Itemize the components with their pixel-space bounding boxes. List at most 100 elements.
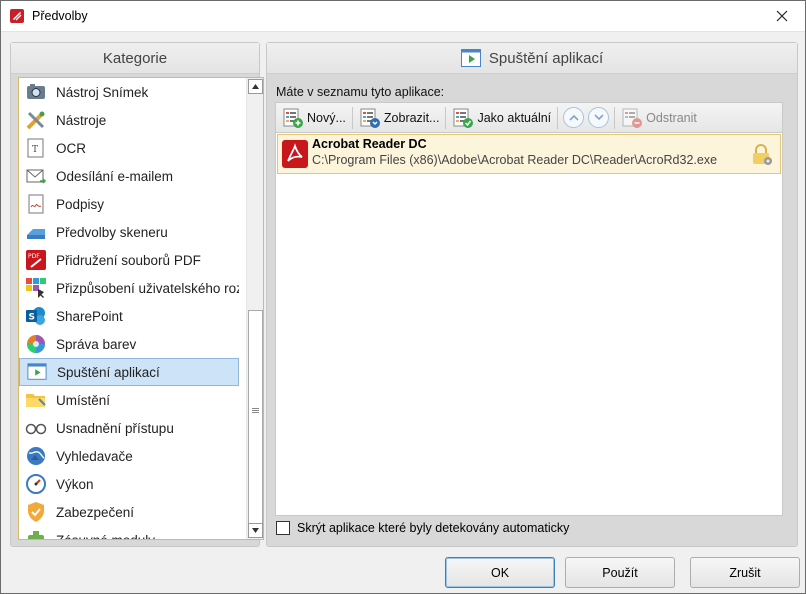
- launch-apps-icon: [26, 361, 48, 383]
- category-item[interactable]: Odesílání e-mailem: [19, 162, 239, 190]
- search-engines-icon: [25, 445, 47, 467]
- category-item[interactable]: Zásuvné moduly: [19, 526, 239, 540]
- set-current-button[interactable]: Jako aktuální: [449, 105, 554, 131]
- category-item[interactable]: Vyhledavače: [19, 442, 239, 470]
- category-item[interactable]: Nástroj Snímek: [19, 78, 239, 106]
- category-item-label: Nástroj Snímek: [56, 84, 149, 100]
- settings-header: Spuštění aplikací: [267, 43, 797, 74]
- arrow-down-icon: [252, 528, 259, 533]
- category-item-label: Nástroje: [56, 112, 107, 128]
- arrow-up-icon: [252, 84, 259, 89]
- ok-button[interactable]: OK: [445, 557, 555, 588]
- category-item-label: Vyhledavače: [56, 448, 133, 464]
- category-item-label: Přidružení souborů PDF: [56, 252, 201, 268]
- category-item[interactable]: Výkon: [19, 470, 239, 498]
- toolbar-separator: [445, 106, 447, 129]
- category-panel: Kategorie Nástroj Snímek Nástroje T OCR Odes…: [10, 42, 264, 547]
- svg-text:PDF: PDF: [28, 253, 40, 260]
- scroll-down-button[interactable]: [248, 523, 263, 538]
- app-logo-icon: [10, 9, 24, 23]
- category-item-label: Přizpůsobení uživatelského roz: [56, 280, 239, 296]
- category-item-label: Umístění: [56, 392, 111, 408]
- scroll-up-button[interactable]: [248, 79, 263, 94]
- category-item-label: OCR: [56, 140, 86, 156]
- category-item-label: Podpisy: [56, 196, 105, 212]
- chevron-down-icon: [594, 114, 604, 121]
- category-item[interactable]: Umístění: [19, 386, 239, 414]
- toolbar-separator: [557, 106, 559, 129]
- performance-icon: [25, 473, 47, 495]
- tools-icon: [25, 109, 47, 131]
- remove-app-label: Odstranit: [646, 110, 697, 125]
- browse-app-button[interactable]: Zobrazit...: [356, 105, 443, 131]
- category-item[interactable]: Nástroje: [19, 106, 239, 134]
- close-button[interactable]: [759, 1, 805, 31]
- category-items: Nástroj Snímek Nástroje T OCR Odesílání e-ma…: [19, 78, 239, 540]
- signature-icon: [25, 193, 47, 215]
- category-item[interactable]: Spuštění aplikací: [19, 358, 239, 386]
- acrobat-reader-icon: [282, 140, 308, 168]
- hide-auto-detected-label: Skrýt aplikace které byly detekovány aut…: [297, 521, 570, 535]
- category-item[interactable]: T OCR: [19, 134, 239, 162]
- category-list[interactable]: Nástroj Snímek Nástroje T OCR Odesílání e-ma…: [18, 77, 264, 540]
- new-app-button[interactable]: Nový...: [279, 105, 349, 131]
- apps-list-label: Máte v seznamu tyto aplikace:: [276, 85, 445, 99]
- window-title: Předvolby: [32, 9, 88, 23]
- apps-list[interactable]: Acrobat Reader DC C:\Program Files (x86)…: [275, 132, 783, 516]
- settings-title: Spuštění aplikací: [488, 49, 604, 67]
- apply-button[interactable]: Použít: [565, 557, 675, 588]
- category-item-label: Odesílání e-mailem: [56, 168, 174, 184]
- app-row[interactable]: Acrobat Reader DC C:\Program Files (x86)…: [277, 134, 781, 174]
- category-item-label: Předvolby skeneru: [56, 224, 168, 240]
- accessibility-icon: [25, 417, 47, 439]
- svg-text:S: S: [29, 313, 35, 323]
- category-item[interactable]: Zabezpečení: [19, 498, 239, 526]
- folder-icon: [25, 389, 47, 411]
- mail-icon: [25, 165, 47, 187]
- category-item-label: Výkon: [56, 476, 94, 492]
- move-down-button[interactable]: [588, 107, 610, 128]
- category-item[interactable]: Usnadnění přístupu: [19, 414, 239, 442]
- title-bar: Předvolby: [1, 1, 805, 32]
- scroll-thumb[interactable]: [248, 310, 263, 524]
- category-item[interactable]: Předvolby skeneru: [19, 218, 239, 246]
- preferences-dialog: Předvolby Kategorie Nástroj Snímek Nástro…: [0, 0, 806, 594]
- apps-toolbar: Nový... Zobrazit... Jako aktuální Odstra…: [275, 102, 783, 133]
- customize-ui-icon: [25, 277, 47, 299]
- app-path: C:\Program Files (x86)\Adobe\Acrobat Rea…: [312, 153, 718, 167]
- new-app-label: Nový...: [307, 110, 346, 125]
- security-shield-icon: [25, 501, 47, 523]
- remove-app-button[interactable]: Odstranit: [618, 105, 700, 131]
- remove-list-icon: [622, 108, 643, 128]
- close-icon: [776, 10, 788, 22]
- hide-auto-detected-checkbox[interactable]: [276, 521, 290, 535]
- category-item-label: Zabezpečení: [56, 504, 135, 520]
- hide-auto-detected-option[interactable]: Skrýt aplikace které byly detekovány aut…: [276, 521, 569, 535]
- category-item[interactable]: Podpisy: [19, 190, 239, 218]
- toolbar-separator: [351, 106, 353, 129]
- category-item-label: Usnadnění přístupu: [56, 420, 174, 436]
- category-item-label: Zásuvné moduly: [56, 532, 156, 540]
- camera-icon: [25, 81, 47, 103]
- category-item[interactable]: PDF Přidružení souborů PDF: [19, 246, 239, 274]
- launch-apps-icon: [460, 49, 481, 67]
- move-up-button[interactable]: [563, 107, 585, 128]
- pdf-association-icon: PDF: [25, 249, 47, 271]
- ocr-icon: T: [25, 137, 47, 159]
- category-item-label: Správa barev: [56, 336, 137, 352]
- color-management-icon: [25, 333, 47, 355]
- app-name: Acrobat Reader DC: [312, 137, 427, 151]
- cancel-button[interactable]: Zrušit: [690, 557, 800, 588]
- category-item[interactable]: Správa barev: [19, 330, 239, 358]
- category-header: Kategorie: [11, 43, 259, 74]
- browse-app-label: Zobrazit...: [383, 110, 440, 125]
- lock-settings-icon: [753, 144, 772, 165]
- category-item[interactable]: Přizpůsobení uživatelského roz: [19, 274, 239, 302]
- category-scrollbar[interactable]: [246, 78, 263, 539]
- set-current-label: Jako aktuální: [477, 110, 552, 125]
- sharepoint-icon: S: [25, 305, 47, 327]
- scanner-icon: [25, 221, 47, 243]
- category-item[interactable]: S SharePoint: [19, 302, 239, 330]
- category-item-label: SharePoint: [56, 308, 123, 324]
- plugins-icon: [25, 529, 47, 539]
